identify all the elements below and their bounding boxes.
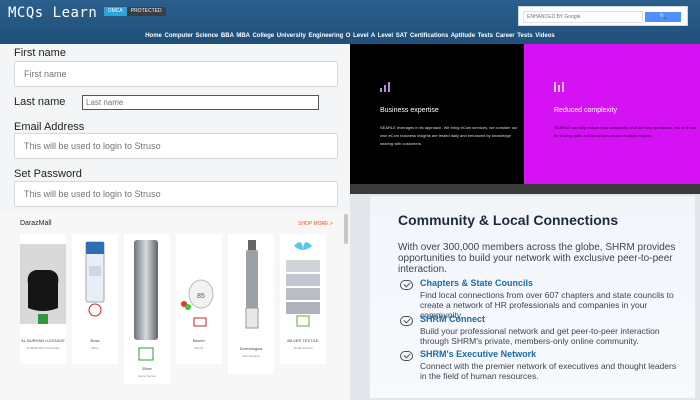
appliance-image — [85, 241, 105, 317]
business-expertise-text: SEARLE leverages in its approach. We bri… — [380, 125, 518, 146]
scale-image: 85 — [181, 279, 214, 327]
svg-text:85: 85 — [197, 293, 205, 300]
reduced-complexity-title: Reduced complexity — [554, 107, 618, 114]
product-card[interactable]: 85 Beurer Beurer — [176, 234, 222, 364]
product-brand: Boss — [91, 346, 99, 350]
darazmall-panel: DarazMall SHOP MORE > AL BURHAN LUGGAGE … — [0, 212, 350, 400]
dmca-badge[interactable]: DMCA PROTECTED — [104, 7, 166, 16]
search-button[interactable]: 🔍 — [645, 12, 681, 22]
dmca-label: DMCA — [104, 7, 127, 16]
check-circle-icon — [400, 316, 413, 326]
scrollbar[interactable] — [344, 214, 348, 244]
product-card[interactable]: Zilver Home Secure — [124, 234, 170, 384]
bar-chart-icon — [380, 82, 390, 92]
shrm-connect-link[interactable]: SHRM Connect — [420, 314, 485, 324]
first-name-input[interactable] — [14, 61, 338, 87]
product-brand: Beurer — [194, 346, 204, 350]
search-box: 🔍 — [518, 6, 688, 26]
last-name-label: Last name — [14, 96, 66, 108]
site-header: MCQs Learn DMCA PROTECTED 🔍 Home Compute… — [0, 0, 700, 44]
product-name: Zilver — [142, 366, 152, 371]
protected-label: PROTECTED — [126, 7, 166, 16]
skincare-bottle-image — [245, 240, 259, 329]
chapters-link[interactable]: Chapters & State Councils — [420, 278, 533, 288]
email-input[interactable] — [14, 133, 338, 159]
product-card[interactable]: BILVER TEXTILE Textile Factory — [280, 234, 326, 364]
business-expertise-title: Business expertise — [380, 107, 439, 114]
main-nav[interactable]: Home Computer Science BBA MBA College Un… — [0, 33, 700, 39]
business-panel: Business expertise SEARLE leverages in i… — [350, 44, 700, 184]
reduced-complexity-section: Reduced complexity SEARLE can help reduc… — [524, 44, 700, 184]
product-brand: Textile Factory — [293, 346, 313, 350]
product-name: Boss — [90, 338, 100, 343]
bar-chart-icon — [554, 82, 564, 92]
last-name-input[interactable] — [82, 95, 319, 110]
check-circle-icon — [400, 280, 413, 290]
product-brand: Home Secure — [137, 374, 157, 378]
shrm-community-card: Community & Local Connections With over … — [370, 196, 695, 398]
product-brand: Dermologica — [242, 354, 260, 358]
panel-divider — [350, 184, 700, 194]
shrm-title: Community & Local Connections — [398, 212, 619, 228]
towels-image — [286, 242, 320, 327]
water-dispenser-image — [134, 240, 158, 361]
site-logo[interactable]: MCQs Learn — [8, 5, 97, 21]
reduced-complexity-text: SEARLE can help reduce your complexity o… — [554, 125, 697, 138]
product-card[interactable]: Boss Boss — [72, 234, 118, 364]
product-name: AL BURHAN LUGGAGE — [21, 338, 65, 343]
darazmall-title: DarazMall — [20, 220, 52, 227]
product-card[interactable]: AL BURHAN LUGGAGE AL BURHAN LUGGAGE — [20, 234, 66, 364]
product-name: Dermologica — [239, 346, 263, 351]
luggage-image — [20, 244, 66, 324]
product-name: BILVER TEXTILE — [287, 338, 319, 343]
password-label: Set Password — [14, 168, 82, 180]
executive-network-link[interactable]: SHRM's Executive Network — [420, 349, 536, 359]
email-label: Email Address — [14, 121, 85, 133]
search-input[interactable] — [523, 11, 643, 23]
first-name-label: First name — [14, 47, 66, 59]
executive-network-text: Connect with the premier network of exec… — [420, 361, 677, 381]
check-circle-icon — [400, 351, 413, 361]
product-name: Beurer — [192, 338, 205, 343]
product-card[interactable]: Dermologica Dermologica — [228, 234, 274, 374]
shrm-intro: With over 300,000 members across the glo… — [398, 242, 676, 275]
registration-form: First name Last name Email Address Set P… — [0, 44, 350, 212]
shrm-connect-text: Build your professional network and get … — [420, 326, 660, 346]
product-brand: AL BURHAN LUGGAGE — [26, 346, 60, 350]
password-input[interactable] — [14, 181, 338, 207]
shop-more-link[interactable]: SHOP MORE > — [298, 221, 333, 227]
